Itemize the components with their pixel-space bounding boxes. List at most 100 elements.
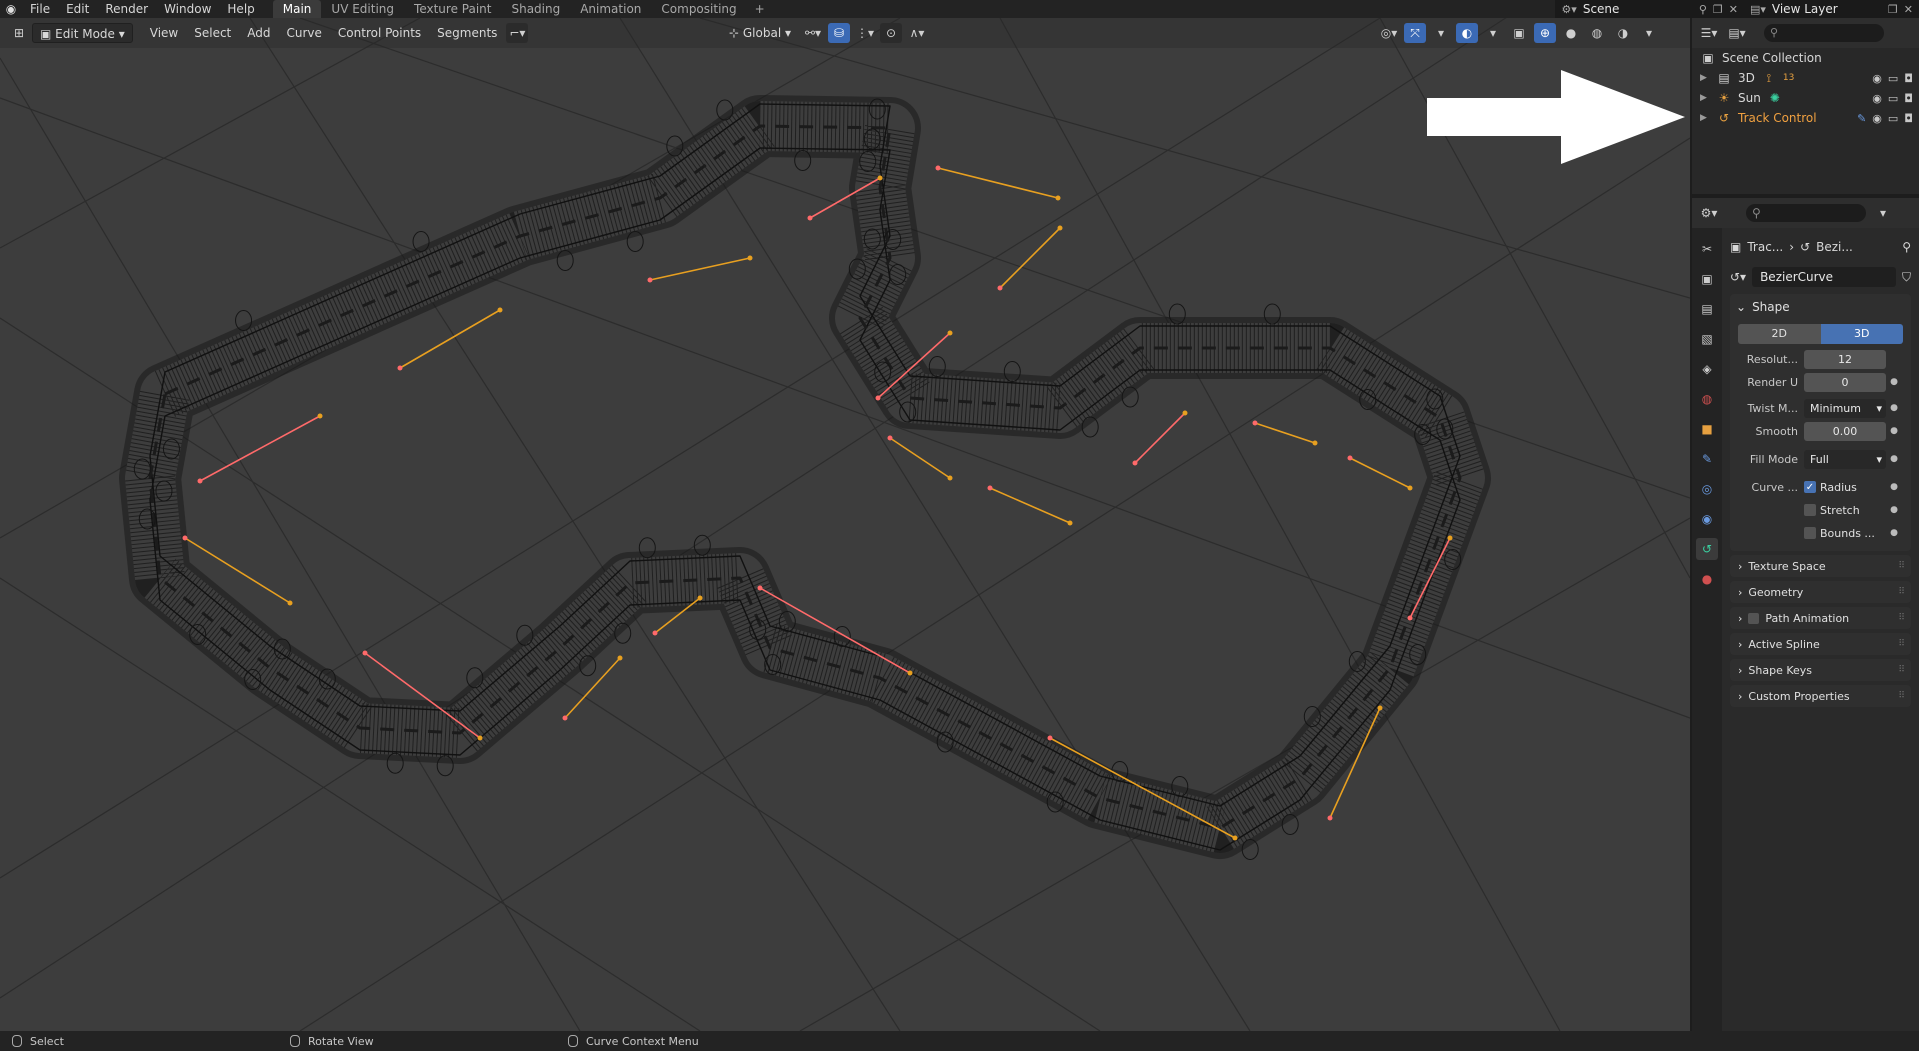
overlay-dropdown-icon[interactable]: ▾ <box>1482 23 1504 43</box>
render-u-field[interactable]: 0 <box>1804 372 1886 392</box>
bezier-control-point[interactable] <box>947 475 953 481</box>
blender-logo-icon[interactable]: ◉ <box>0 0 22 18</box>
eye-icon[interactable]: ◉ <box>1872 72 1882 85</box>
path-animation-panel[interactable]: › Path Animation ⠿ <box>1730 607 1911 629</box>
menu-add[interactable]: Add <box>240 23 277 43</box>
bezier-control-point[interactable] <box>197 478 203 484</box>
bezier-control-point[interactable] <box>1377 705 1383 711</box>
bezier-control-point[interactable] <box>1055 195 1061 201</box>
workspace-tab-animation[interactable]: Animation <box>570 0 651 18</box>
expand-icon[interactable]: ▶ <box>1700 93 1710 103</box>
bezier-control-point[interactable] <box>1047 735 1053 741</box>
bezier-control-point[interactable] <box>1132 460 1138 466</box>
outliner-search-input[interactable]: ⚲ <box>1764 24 1884 42</box>
scene-collection-row[interactable]: ▣ Scene Collection <box>1692 48 1919 68</box>
drag-grip-icon[interactable]: ⠿ <box>1898 639 1905 649</box>
keyframe-dot-icon[interactable]: ● <box>1886 505 1902 515</box>
wireframe-shading-icon[interactable]: ⊕ <box>1534 23 1556 43</box>
solid-shading-icon[interactable]: ● <box>1560 23 1582 43</box>
outliner-item-sun[interactable]: ▶ ☀ Sun ✺ ◉ ▭ ◘ <box>1692 88 1919 108</box>
drag-grip-icon[interactable]: ⠿ <box>1898 561 1905 571</box>
keyframe-dot-icon[interactable]: ● <box>1886 403 1902 413</box>
monitor-icon[interactable]: ▭ <box>1888 72 1898 85</box>
snap-icon[interactable]: ⛁ <box>828 23 850 43</box>
bezier-control-point[interactable] <box>875 395 881 401</box>
3d-viewport[interactable]: ⊞ ▣ Edit Mode ▾ View Select Add Curve Co… <box>0 18 1690 1031</box>
bezier-control-point[interactable] <box>287 600 293 606</box>
falloff-icon[interactable]: ∧▾ <box>906 23 928 43</box>
properties-editor-icon[interactable]: ⚙▾ <box>1698 203 1720 223</box>
bezier-control-point[interactable] <box>317 413 323 419</box>
drag-grip-icon[interactable]: ⠿ <box>1898 665 1905 675</box>
menu-file[interactable]: File <box>22 0 58 18</box>
bezier-control-point[interactable] <box>1232 835 1238 841</box>
menu-edit[interactable]: Edit <box>58 0 97 18</box>
shape-keys-panel[interactable]: › Shape Keys ⠿ <box>1730 659 1911 681</box>
shading-dropdown-icon[interactable]: ▾ <box>1638 23 1660 43</box>
bezier-control-point[interactable] <box>1057 225 1063 231</box>
bezier-control-point[interactable] <box>935 165 941 171</box>
workspace-tab-compositing[interactable]: Compositing <box>651 0 746 18</box>
bezier-control-point[interactable] <box>1252 420 1258 426</box>
bezier-control-point[interactable] <box>1182 410 1188 416</box>
bezier-control-point[interactable] <box>182 535 188 541</box>
eye-icon[interactable]: ◉ <box>1872 112 1882 125</box>
menu-render[interactable]: Render <box>97 0 156 18</box>
drag-grip-icon[interactable]: ⠿ <box>1898 691 1905 701</box>
drag-grip-icon[interactable]: ⠿ <box>1898 587 1905 597</box>
drag-grip-icon[interactable]: ⠿ <box>1898 613 1905 623</box>
close-icon[interactable]: ✕ <box>1904 3 1913 16</box>
geometry-panel[interactable]: › Geometry ⠿ <box>1730 581 1911 603</box>
workspace-tab-main[interactable]: Main <box>272 0 322 18</box>
tool-tab-icon[interactable]: ✂ <box>1696 238 1718 260</box>
bezier-control-point[interactable] <box>1407 485 1413 491</box>
workspace-tab-texture-paint[interactable]: Texture Paint <box>404 0 501 18</box>
keyframe-dot-icon[interactable]: ● <box>1886 528 1902 538</box>
expand-icon[interactable]: ▶ <box>1700 113 1710 123</box>
curve-data-tab-icon[interactable]: ↺ <box>1696 538 1718 560</box>
view-layer-tab-icon[interactable]: ▧ <box>1696 328 1718 350</box>
workspace-tab-uv-editing[interactable]: UV Editing <box>321 0 404 18</box>
bezier-control-point[interactable] <box>1312 440 1318 446</box>
keyframe-dot-icon[interactable]: ● <box>1886 377 1902 387</box>
copy-icon[interactable]: ❐ <box>1713 3 1723 16</box>
shape-panel-header[interactable]: ⌄ Shape <box>1730 294 1911 320</box>
fake-user-shield-icon[interactable]: ⛉ <box>1902 270 1911 285</box>
dimension-2d-button[interactable]: 2D <box>1738 324 1821 344</box>
modifier-tab-icon[interactable]: ✎ <box>1696 448 1718 470</box>
menu-help[interactable]: Help <box>219 0 262 18</box>
wrench-icon[interactable]: ✎ <box>1857 112 1866 125</box>
bezier-control-point[interactable] <box>757 585 763 591</box>
editor-type-icon[interactable]: ⊞ <box>8 23 30 43</box>
monitor-icon[interactable]: ▭ <box>1888 92 1898 105</box>
properties-search-input[interactable]: ⚲ <box>1746 204 1866 222</box>
menu-control-points[interactable]: Control Points <box>331 23 428 43</box>
pin-icon[interactable]: ⚲ <box>1699 3 1707 16</box>
render-tab-icon[interactable]: ▣ <box>1696 268 1718 290</box>
outliner-item-3d[interactable]: ▶ ▤ 3D ⟟ 13 ◉ ▭ ◘ <box>1692 68 1919 88</box>
bezier-control-point[interactable] <box>807 215 813 221</box>
keyframe-dot-icon[interactable]: ● <box>1886 482 1902 492</box>
bezier-control-point[interactable] <box>497 307 503 313</box>
outliner-item-track-control[interactable]: ▶ ↺ Track Control ✎ ◉ ▭ ◘ <box>1692 108 1919 128</box>
bezier-control-point[interactable] <box>877 175 883 181</box>
pivot-icon[interactable]: ⚯▾ <box>802 23 824 43</box>
smooth-field[interactable]: 0.00 <box>1804 421 1886 441</box>
bezier-control-point[interactable] <box>997 285 1003 291</box>
scene-selector[interactable]: ⚙▾ Scene ⚲ ❐ ✕ <box>1555 0 1744 18</box>
camera-icon[interactable]: ◘ <box>1904 72 1913 85</box>
physics-tab-icon[interactable]: ◉ <box>1696 508 1718 530</box>
scene-tab-icon[interactable]: ◈ <box>1696 358 1718 380</box>
bezier-control-point[interactable] <box>987 485 993 491</box>
keyframe-dot-icon[interactable]: ● <box>1886 426 1902 436</box>
transform-orientation-selector[interactable]: ⊹ Global ▾ <box>722 23 798 43</box>
bounds-clamp-checkbox[interactable] <box>1804 527 1816 539</box>
mode-selector[interactable]: ▣ Edit Mode ▾ <box>32 23 133 43</box>
bezier-control-point[interactable] <box>697 595 703 601</box>
add-workspace-button[interactable]: + <box>747 2 773 16</box>
bezier-control-point[interactable] <box>647 277 653 283</box>
eye-icon[interactable]: ◉ <box>1872 92 1882 105</box>
resolution-field[interactable]: 12 <box>1804 349 1886 369</box>
gizmo-icon[interactable]: ⤧ <box>1404 23 1426 43</box>
menu-curve[interactable]: Curve <box>280 23 329 43</box>
